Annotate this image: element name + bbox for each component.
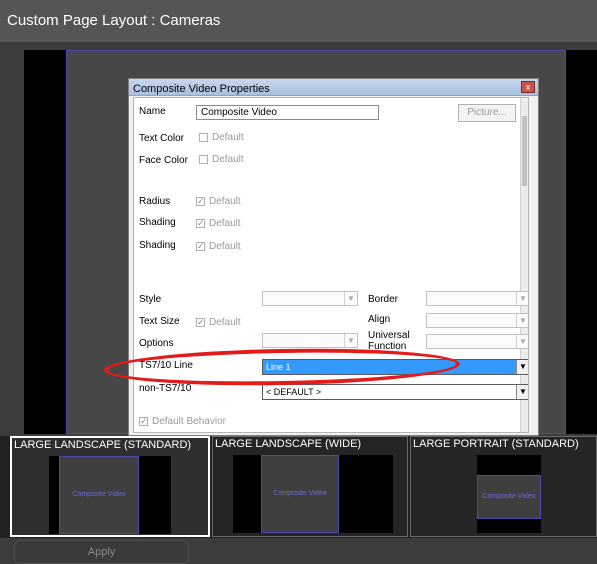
picture-button[interactable]: Picture...	[458, 104, 516, 122]
shading-2-default-label: Default	[209, 241, 241, 252]
align-dropdown[interactable]: ▼	[426, 313, 528, 328]
window-title: Custom Page Layout : Cameras	[0, 0, 597, 42]
preview-label: Composite Video	[273, 490, 327, 497]
preview-label: Composite Video	[72, 491, 126, 498]
radius-label: Radius	[139, 196, 171, 207]
shading-default-checkbox[interactable]: ✓	[196, 219, 205, 228]
shading-2-label: Shading	[139, 240, 176, 251]
text-color-default-label: Default	[212, 132, 244, 143]
text-color-label: Text Color	[139, 133, 185, 144]
chevron-down-icon: ▼	[516, 360, 528, 374]
universal-function-dropdown[interactable]: ▼	[426, 334, 528, 349]
tab-large-portrait-standard[interactable]: LARGE PORTRAIT (STANDARD) Composite Vide…	[410, 436, 597, 537]
chevron-down-icon: ▼	[516, 335, 528, 348]
face-color-default-checkbox[interactable]	[199, 155, 208, 164]
chevron-down-icon: ▼	[516, 385, 528, 399]
dialog-title: Composite Video Properties	[133, 83, 270, 95]
tab-label: LARGE LANDSCAPE (STANDARD)	[14, 439, 192, 451]
name-label: Name	[139, 106, 166, 117]
close-icon[interactable]: x	[521, 81, 535, 93]
chevron-down-icon: ▼	[516, 292, 528, 305]
chevron-down-icon: ▼	[344, 292, 357, 305]
default-behavior-label: Default Behavior	[152, 416, 226, 427]
vertical-scrollbar[interactable]	[520, 98, 528, 432]
text-size-label: Text Size	[139, 316, 180, 327]
tab-label: LARGE PORTRAIT (STANDARD)	[413, 438, 579, 450]
options-dropdown[interactable]: ▼	[262, 333, 358, 348]
non-ts710-dropdown[interactable]: < DEFAULT > ▼	[262, 384, 528, 400]
text-size-default-checkbox[interactable]: ✓	[196, 318, 205, 327]
non-ts710-label: non-TS7/10	[139, 383, 192, 394]
preview-page: Composite Video	[261, 455, 339, 533]
face-color-default-label: Default	[212, 154, 244, 165]
face-color-label: Face Color	[139, 155, 188, 166]
preview-page: Composite Video	[477, 475, 541, 519]
tab-large-landscape-standard[interactable]: LARGE LANDSCAPE (STANDARD) Composite Vid…	[10, 436, 210, 537]
shading-default-label: Default	[209, 218, 241, 229]
chevron-down-icon: ▼	[344, 334, 357, 347]
preview-page: Composite Video	[59, 456, 139, 534]
shading-label: Shading	[139, 217, 176, 228]
apply-button[interactable]: Apply	[14, 540, 189, 564]
dialog-titlebar[interactable]: Composite Video Properties x	[129, 79, 538, 96]
tab-large-landscape-wide[interactable]: LARGE LANDSCAPE (WIDE) Composite Video	[212, 436, 408, 537]
preview-label: Composite Video	[482, 493, 536, 500]
default-behavior-checkbox[interactable]: ✓	[139, 417, 148, 426]
universal-function-label: Universal Function	[368, 330, 410, 352]
non-ts710-value: < DEFAULT >	[266, 387, 322, 397]
text-color-default-checkbox[interactable]	[199, 133, 208, 142]
radius-default-label: Default	[209, 196, 241, 207]
border-dropdown[interactable]: ▼	[426, 291, 528, 306]
scrollbar-thumb[interactable]	[522, 116, 527, 186]
border-label: Border	[368, 294, 399, 305]
align-label: Align	[368, 314, 391, 325]
options-label: Options	[139, 338, 174, 349]
tab-label: LARGE LANDSCAPE (WIDE)	[215, 438, 362, 450]
shading-2-default-checkbox[interactable]: ✓	[196, 242, 205, 251]
radius-default-checkbox[interactable]: ✓	[196, 197, 205, 206]
name-input[interactable]: Composite Video	[196, 105, 379, 120]
chevron-down-icon: ▼	[516, 314, 528, 327]
text-size-default-label: Default	[209, 317, 241, 328]
style-dropdown[interactable]: ▼	[262, 291, 358, 306]
style-label: Style	[139, 294, 162, 305]
